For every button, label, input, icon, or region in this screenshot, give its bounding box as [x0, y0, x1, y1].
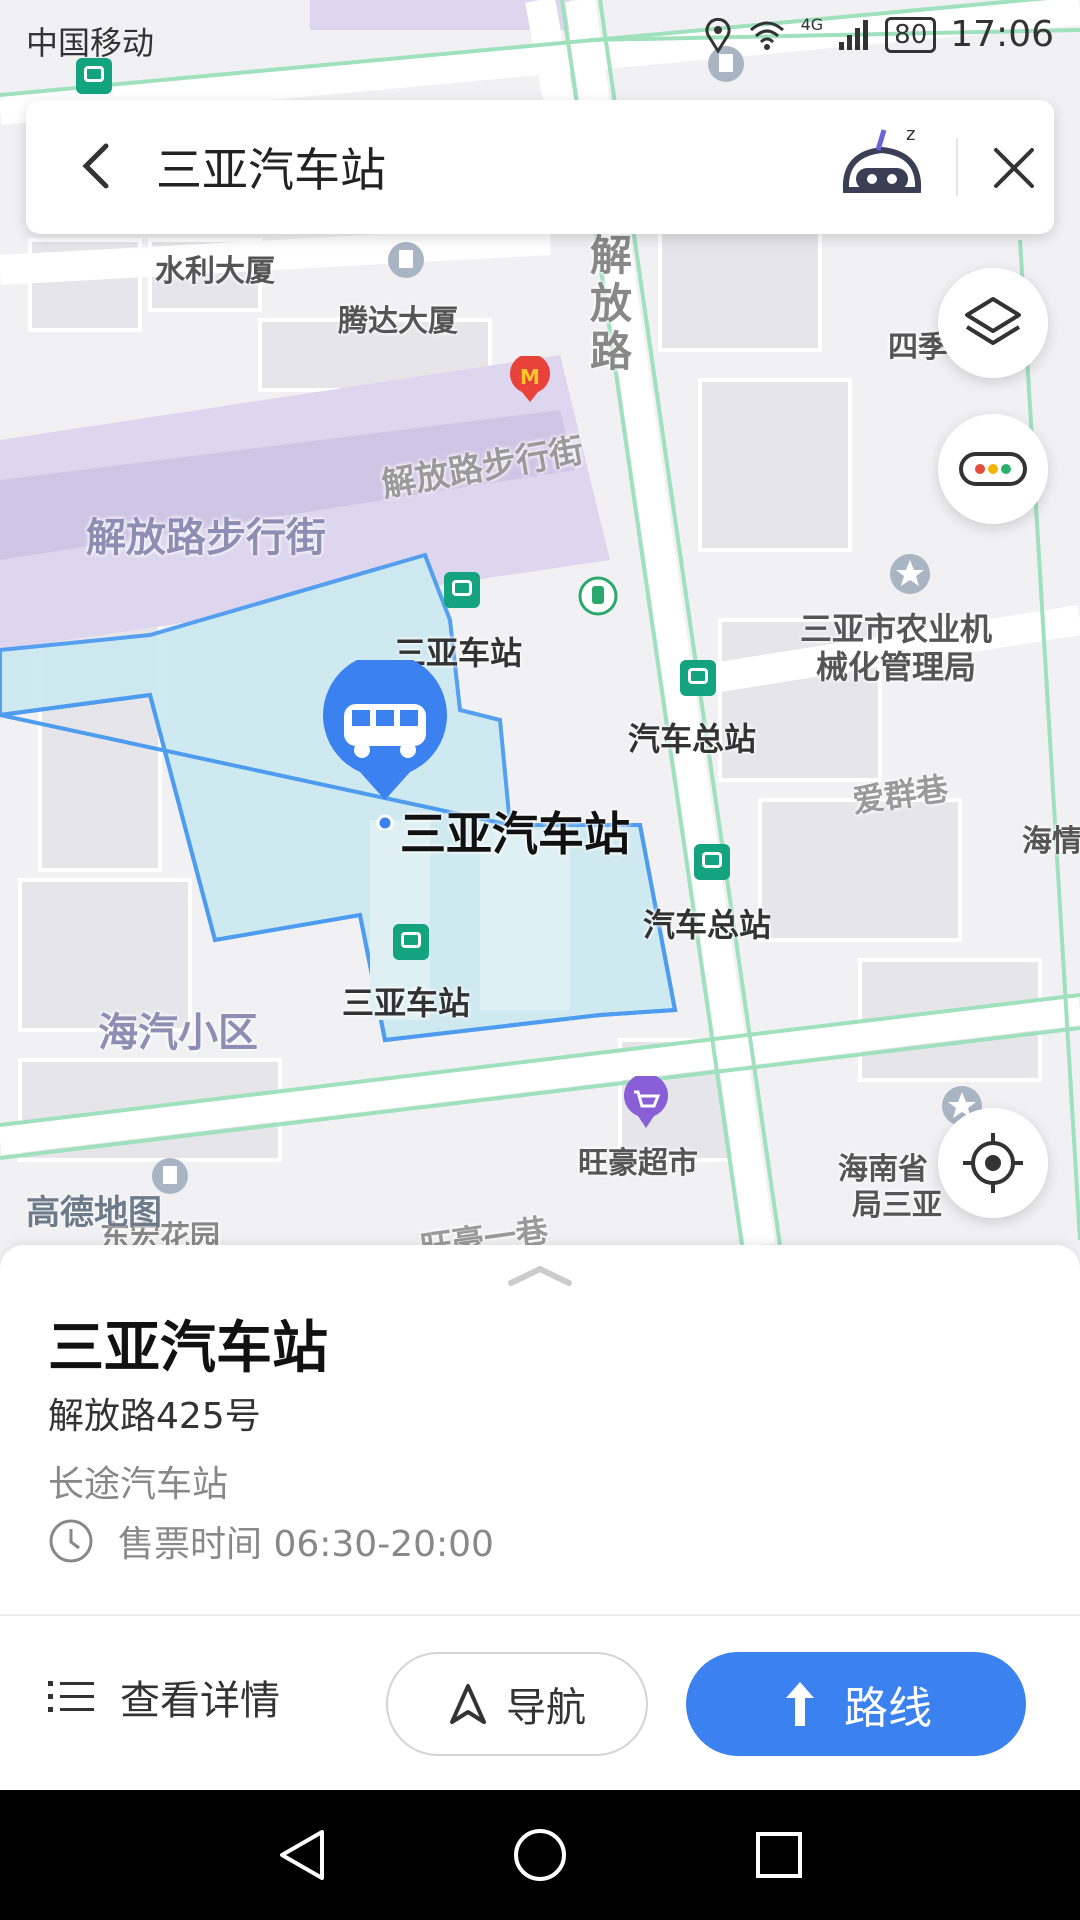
map-area-label-pedestrian: 解放路步行街	[86, 515, 326, 561]
status-bar: 中国移动 4G 80 17:06	[0, 0, 1080, 72]
bus-stop-icon[interactable]	[694, 844, 730, 880]
map-label-wanghao-market[interactable]: 旺豪超市	[578, 1138, 698, 1182]
map-label-shuili[interactable]: 水利大厦	[155, 246, 275, 290]
traffic-toggle-button[interactable]	[938, 414, 1048, 524]
nav-recents-icon[interactable]	[746, 1822, 812, 1888]
search-query-field[interactable]: 三亚汽车站	[156, 134, 386, 200]
close-icon[interactable]	[986, 140, 1042, 196]
carrier-label: 中国移动	[26, 24, 155, 62]
selected-location-pin[interactable]	[320, 660, 450, 830]
navigation-arrow-icon	[450, 1684, 486, 1724]
metro-icon[interactable]	[578, 576, 618, 616]
svg-text:M: M	[520, 365, 540, 389]
search-divider	[956, 138, 958, 196]
system-navigation-bar	[0, 1790, 1080, 1920]
route-button[interactable]: 路线	[686, 1652, 1026, 1756]
map-road-label-jiefang: 解放路	[590, 231, 633, 376]
navigate-label: 导航	[506, 1685, 586, 1731]
network-type-label: 4G	[800, 15, 824, 34]
bus-stop-icon[interactable]	[680, 660, 716, 696]
bus-stop-icon[interactable]	[393, 924, 429, 960]
layers-button[interactable]	[938, 268, 1048, 378]
list-icon	[48, 1681, 94, 1712]
place-hours-text: 售票时间 06:30-20:00	[118, 1524, 494, 1565]
shopping-cart-icon[interactable]	[622, 1076, 670, 1130]
layers-icon	[965, 297, 1021, 345]
clock: 17:06	[950, 14, 1054, 55]
location-status-icon	[705, 17, 731, 53]
government-star-icon[interactable]	[888, 552, 932, 600]
traffic-light-icon	[959, 452, 1027, 486]
map-label-agri-bureau[interactable]: 三亚市农业机 械化管理局	[800, 610, 992, 686]
mcdonalds-icon[interactable]: M	[508, 356, 552, 404]
signal-icon	[839, 19, 869, 50]
map-provider-watermark: 高德地图	[26, 1193, 162, 1233]
wifi-icon	[749, 21, 784, 50]
bus-stop-icon[interactable]	[444, 572, 480, 608]
navigate-button[interactable]: 导航	[386, 1652, 648, 1756]
route-arrow-icon	[786, 1682, 814, 1726]
action-bar: 查看详情 导航 路线	[0, 1614, 1080, 1792]
clock-icon	[49, 1519, 93, 1563]
locate-crosshair-icon	[963, 1133, 1023, 1193]
voice-assistant-icon[interactable]: z	[834, 120, 930, 216]
map-label-bus-terminal-north[interactable]: 汽车总站	[628, 714, 756, 760]
svg-text:z: z	[906, 124, 915, 145]
map-label-tengda[interactable]: 腾达大厦	[338, 296, 458, 340]
view-details-label: 查看详情	[120, 1678, 280, 1724]
place-hours: 售票时间 06:30-20:00	[48, 1515, 494, 1567]
place-category: 长途汽车站	[48, 1464, 229, 1505]
battery-indicator: 80	[885, 16, 937, 53]
building-icon[interactable]	[386, 240, 426, 284]
back-arrow-icon[interactable]	[68, 136, 128, 196]
map-label-bus-terminal-south[interactable]: 汽车总站	[643, 900, 771, 946]
nav-back-icon[interactable]	[270, 1822, 336, 1888]
sheet-expand-chevron-icon[interactable]	[505, 1261, 575, 1291]
nav-home-icon[interactable]	[507, 1822, 573, 1888]
map-area-label-haiqi: 海汽小区	[98, 1010, 258, 1056]
map-label-hainan-bureau-2[interactable]: 局三亚	[852, 1180, 942, 1224]
place-address: 解放路425号	[48, 1396, 261, 1437]
route-label: 路线	[844, 1683, 932, 1734]
search-bar: 三亚汽车站 z	[26, 100, 1054, 234]
map-label-edge[interactable]: 海情	[1022, 816, 1080, 860]
map-label-sanya-station-south[interactable]: 三亚车站	[342, 978, 470, 1024]
view-details-button[interactable]: 查看详情	[48, 1668, 280, 1726]
my-location-button[interactable]	[938, 1108, 1048, 1218]
place-info-sheet[interactable]: 三亚汽车站 解放路425号 长途汽车站 售票时间 06:30-20:00	[0, 1245, 1080, 1615]
place-title: 三亚汽车站	[48, 1316, 328, 1381]
